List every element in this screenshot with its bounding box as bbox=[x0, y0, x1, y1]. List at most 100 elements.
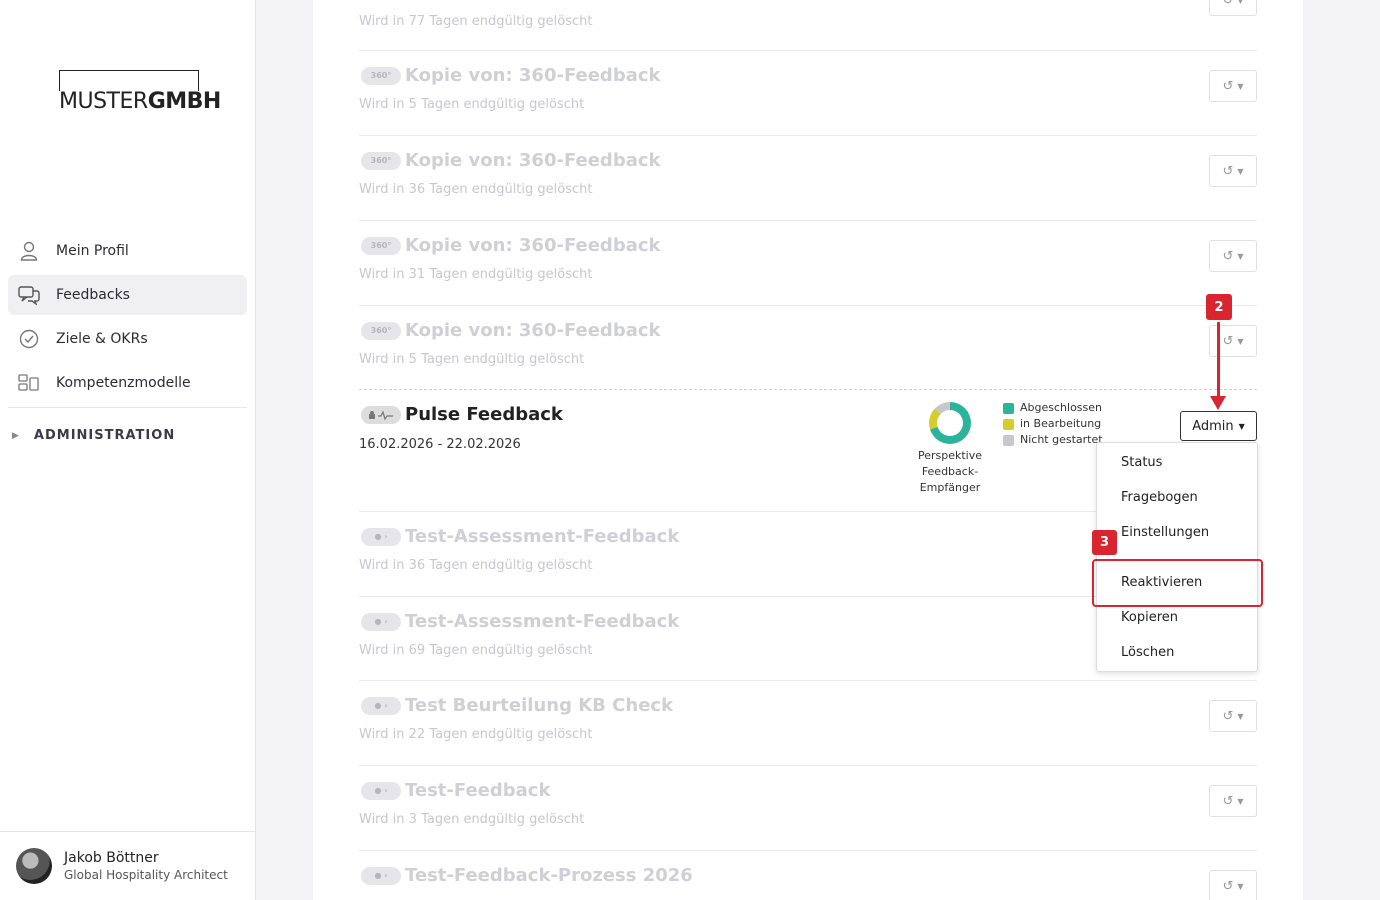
sidebar-item-label: Feedbacks bbox=[56, 287, 130, 303]
assessment-type-icon: ● › bbox=[361, 612, 401, 631]
sidebar: MUSTERGMBH Mein Profil Feedbacks Ziele &… bbox=[0, 0, 256, 900]
type-360-icon: 360° bbox=[361, 66, 401, 85]
grid-icon bbox=[18, 372, 40, 394]
caret-down-icon: ▼ bbox=[1238, 421, 1245, 431]
list-item: Wird in 77 Tagen endgültig gelöscht ↺ ▼ bbox=[359, 0, 1257, 51]
feedback-title[interactable]: Test-Assessment-Feedback bbox=[405, 526, 679, 547]
feedback-title[interactable]: Test Beurteilung KB Check bbox=[405, 695, 673, 716]
menu-item-loeschen[interactable]: Löschen bbox=[1121, 645, 1174, 660]
logo-text-bold: GMBH bbox=[147, 89, 222, 114]
menu-item-kopieren[interactable]: Kopieren bbox=[1121, 610, 1178, 625]
feedback-title[interactable]: Test-Feedback-Prozess 2026 bbox=[405, 865, 693, 886]
row-title: ● › Test-Feedback-Prozess 2026 bbox=[361, 865, 693, 886]
chevron-down-icon: ▼ bbox=[1237, 796, 1244, 806]
undo-icon: ↺ bbox=[1222, 708, 1234, 724]
check-circle-icon bbox=[18, 328, 40, 350]
row-title: ● › Test-Assessment-Feedback bbox=[361, 526, 679, 547]
deletion-note: Wird in 22 Tagen endgültig gelöscht bbox=[359, 727, 593, 742]
assessment-type-icon: ● › bbox=[361, 527, 401, 546]
chevron-down-icon: ▼ bbox=[1237, 251, 1244, 261]
chevron-down-icon: ▼ bbox=[1237, 711, 1244, 721]
admin-dropdown-button[interactable]: Admin ▼ bbox=[1180, 411, 1257, 441]
row-title: 360° Kopie von: 360-Feedback bbox=[361, 150, 661, 171]
restore-button[interactable]: ↺ ▼ bbox=[1209, 0, 1257, 16]
chevron-down-icon: ▼ bbox=[1237, 0, 1244, 5]
type-360-icon: 360° bbox=[361, 321, 401, 340]
restore-button[interactable]: ↺ ▼ bbox=[1209, 240, 1257, 272]
restore-button[interactable]: ↺ ▼ bbox=[1209, 155, 1257, 187]
nav-divider bbox=[8, 407, 247, 408]
feedback-title[interactable]: Test-Feedback bbox=[405, 780, 550, 801]
sidebar-item-kompetenzmodelle[interactable]: Kompetenzmodelle bbox=[8, 363, 247, 403]
sidebar-item-label: Ziele & OKRs bbox=[56, 331, 148, 347]
donut-label-line: Perspektive bbox=[917, 449, 983, 462]
restore-button[interactable]: ↺ ▼ bbox=[1209, 870, 1257, 900]
feedback-title[interactable]: Kopie von: 360-Feedback bbox=[405, 150, 661, 171]
list-item: 360° Kopie von: 360-Feedback Wird in 5 T… bbox=[359, 51, 1257, 136]
user-icon bbox=[18, 240, 40, 262]
legend-swatch bbox=[1003, 434, 1014, 446]
list-item: ● › Test-Feedback-Prozess 2026 ↺ ▼ bbox=[359, 851, 1257, 900]
pulse-type-icon bbox=[361, 405, 401, 424]
admin-label: ADMINISTRATION bbox=[33, 428, 176, 443]
list-item: ● › Test-Feedback Wird in 3 Tagen endgül… bbox=[359, 766, 1257, 851]
deletion-note: Wird in 3 Tagen endgültig gelöscht bbox=[359, 812, 585, 827]
company-logo[interactable]: MUSTERGMBH bbox=[59, 70, 225, 114]
deletion-note: Wird in 36 Tagen endgültig gelöscht bbox=[359, 182, 593, 197]
feedback-title[interactable]: Kopie von: 360-Feedback bbox=[405, 65, 661, 86]
row-title: ● › Test-Feedback bbox=[361, 780, 550, 801]
admin-dropdown-menu: Status Fragebogen Einstellungen Reaktivi… bbox=[1096, 442, 1258, 672]
deletion-note: Wird in 5 Tagen endgültig gelöscht bbox=[359, 97, 585, 112]
sidebar-item-mein-profil[interactable]: Mein Profil bbox=[8, 231, 247, 271]
chevron-down-icon: ▼ bbox=[1237, 881, 1244, 891]
sidebar-item-label: Mein Profil bbox=[56, 243, 129, 259]
user-role: Global Hospitality Architect bbox=[64, 868, 228, 882]
deletion-note: Wird in 31 Tagen endgültig gelöscht bbox=[359, 267, 593, 282]
restore-button[interactable]: ↺ ▼ bbox=[1209, 70, 1257, 102]
row-title: 360° Kopie von: 360-Feedback bbox=[361, 235, 661, 256]
sidebar-item-ziele-okrs[interactable]: Ziele & OKRs bbox=[8, 319, 247, 359]
user-profile[interactable]: Jakob Böttner Global Hospitality Archite… bbox=[0, 831, 255, 900]
undo-icon: ↺ bbox=[1222, 793, 1234, 809]
row-title: 360° Kopie von: 360-Feedback bbox=[361, 65, 661, 86]
undo-icon: ↺ bbox=[1222, 333, 1234, 349]
feedback-title[interactable]: Test-Assessment-Feedback bbox=[405, 611, 679, 632]
undo-icon: ↺ bbox=[1222, 878, 1234, 894]
sidebar-item-administration[interactable]: ▶ ADMINISTRATION bbox=[12, 428, 175, 443]
date-range: 16.02.2026 - 22.02.2026 bbox=[359, 437, 521, 452]
sidebar-item-feedbacks[interactable]: Feedbacks bbox=[8, 275, 247, 315]
menu-item-status[interactable]: Status bbox=[1121, 455, 1162, 470]
feedback-title[interactable]: Kopie von: 360-Feedback bbox=[405, 320, 661, 341]
restore-button[interactable]: ↺ ▼ bbox=[1209, 700, 1257, 732]
menu-item-einstellungen[interactable]: Einstellungen bbox=[1121, 525, 1209, 540]
arrow-down-icon bbox=[1210, 396, 1226, 410]
feedback-title[interactable]: Pulse Feedback bbox=[405, 404, 563, 425]
assessment-type-icon: ● › bbox=[361, 781, 401, 800]
feedback-title[interactable]: Kopie von: 360-Feedback bbox=[405, 235, 661, 256]
avatar bbox=[16, 848, 52, 884]
status-legend: Abgeschlossen in Bearbeitung Nicht gesta… bbox=[1003, 400, 1103, 448]
undo-icon: ↺ bbox=[1222, 248, 1234, 264]
list-item: ● › Test Beurteilung KB Check Wird in 22… bbox=[359, 681, 1257, 766]
legend-swatch bbox=[1003, 418, 1014, 430]
legend-swatch bbox=[1003, 402, 1014, 414]
arrow-line bbox=[1217, 322, 1220, 400]
list-item: 360° Kopie von: 360-Feedback Wird in 36 … bbox=[359, 136, 1257, 221]
step-badge: 3 bbox=[1092, 530, 1117, 555]
menu-item-fragebogen[interactable]: Fragebogen bbox=[1121, 490, 1198, 505]
legend-item: Nicht gestartet bbox=[1003, 432, 1103, 448]
row-title: Pulse Feedback bbox=[361, 404, 563, 425]
restore-button[interactable]: ↺ ▼ bbox=[1209, 785, 1257, 817]
admin-button-label: Admin bbox=[1192, 418, 1234, 434]
chevron-down-icon: ▼ bbox=[1237, 166, 1244, 176]
logo-text-light: MUSTER bbox=[59, 89, 148, 114]
deletion-note: Wird in 77 Tagen endgültig gelöscht bbox=[359, 14, 593, 29]
donut-label-line: Empfänger bbox=[919, 481, 981, 494]
type-360-icon: 360° bbox=[361, 151, 401, 170]
list-item: 360° Kopie von: 360-Feedback Wird in 5 T… bbox=[359, 306, 1257, 389]
row-title: ● › Test Beurteilung KB Check bbox=[361, 695, 673, 716]
legend-item: in Bearbeitung bbox=[1003, 416, 1103, 432]
assessment-type-icon: ● › bbox=[361, 866, 401, 885]
type-360-icon: 360° bbox=[361, 236, 401, 255]
deletion-note: Wird in 36 Tagen endgültig gelöscht bbox=[359, 558, 593, 573]
